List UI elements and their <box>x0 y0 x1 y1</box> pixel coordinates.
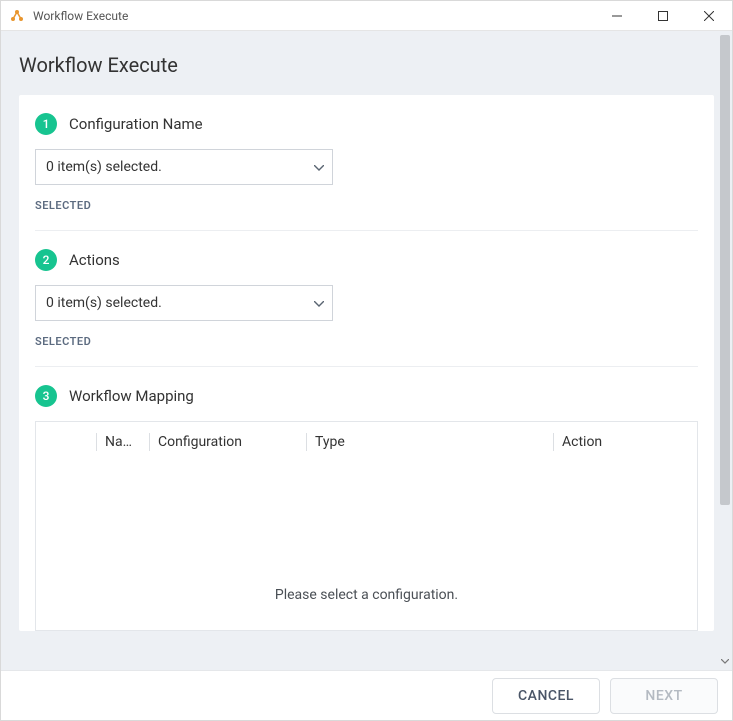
caret-down-icon <box>314 295 324 311</box>
selected-label-1: SELECTED <box>35 199 698 212</box>
dropdown-label: 0 item(s) selected. <box>46 159 314 175</box>
page-title: Workflow Execute <box>19 53 714 77</box>
minimize-button[interactable] <box>594 1 640 31</box>
step-number-2: 2 <box>35 249 57 271</box>
card: 1 Configuration Name 0 item(s) selected.… <box>19 95 714 631</box>
workflow-mapping-table: Na… Configuration Type Action Please sel… <box>35 421 698 631</box>
maximize-button[interactable] <box>640 1 686 31</box>
caret-down-icon <box>314 159 324 175</box>
client-area: Workflow Execute 1 Configuration Name 0 … <box>1 31 732 670</box>
step-number-3: 3 <box>35 385 57 407</box>
column-separator <box>553 433 554 451</box>
column-header-action[interactable]: Action <box>562 434 697 450</box>
step-actions: 2 Actions 0 item(s) selected. SELECTED <box>35 249 698 367</box>
app-icon <box>9 8 25 24</box>
empty-state-message: Please select a configuration. <box>36 587 697 603</box>
step-title-3: Workflow Mapping <box>69 387 194 405</box>
step-title-2: Actions <box>69 251 120 269</box>
step-title-1: Configuration Name <box>69 115 203 133</box>
column-separator <box>306 433 307 451</box>
column-header-name[interactable]: Na… <box>105 434 141 450</box>
dropdown-label: 0 item(s) selected. <box>46 295 314 311</box>
window: Workflow Execute Workflow Execute 1 Conf… <box>0 0 733 721</box>
scrollbar[interactable] <box>718 33 732 668</box>
close-button[interactable] <box>686 1 732 31</box>
configuration-name-dropdown[interactable]: 0 item(s) selected. <box>35 149 333 185</box>
header: Workflow Execute <box>1 31 732 77</box>
column-header-configuration[interactable]: Configuration <box>158 434 298 450</box>
divider <box>35 366 698 367</box>
titlebar: Workflow Execute <box>1 1 732 31</box>
step-configuration-name: 1 Configuration Name 0 item(s) selected.… <box>35 113 698 231</box>
footer: CANCEL NEXT <box>1 670 732 720</box>
selected-label-2: SELECTED <box>35 335 698 348</box>
window-title: Workflow Execute <box>33 9 128 23</box>
divider <box>35 230 698 231</box>
scrollbar-down-button[interactable] <box>718 654 732 668</box>
table-header: Na… Configuration Type Action <box>36 422 697 462</box>
scrollbar-thumb[interactable] <box>720 35 730 505</box>
column-header-type[interactable]: Type <box>315 434 545 450</box>
step-number-1: 1 <box>35 113 57 135</box>
cancel-button[interactable]: CANCEL <box>492 678 600 714</box>
actions-dropdown[interactable]: 0 item(s) selected. <box>35 285 333 321</box>
column-separator <box>149 433 150 451</box>
step-workflow-mapping: 3 Workflow Mapping Na… Configuration Typ… <box>35 385 698 631</box>
column-separator <box>96 433 97 451</box>
next-button[interactable]: NEXT <box>610 678 718 714</box>
